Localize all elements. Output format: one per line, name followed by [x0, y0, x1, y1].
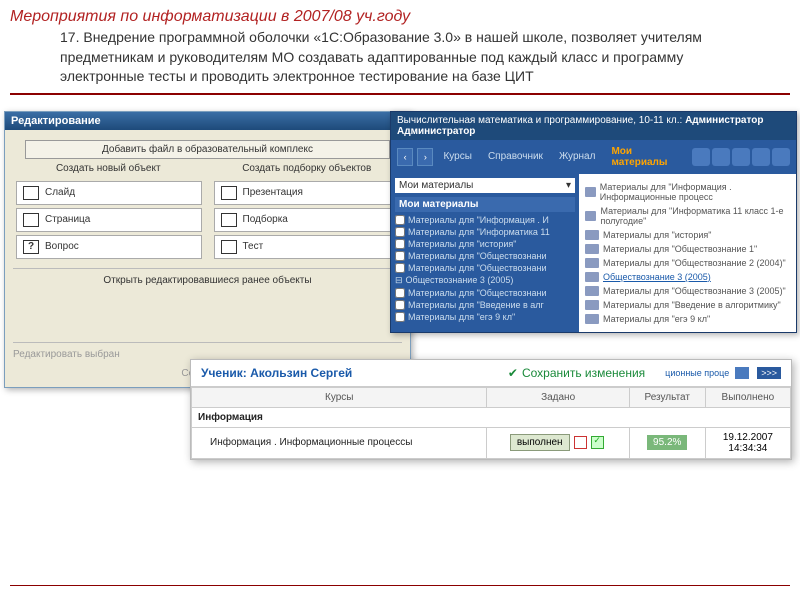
tool-icon[interactable]	[732, 148, 750, 166]
tree-item[interactable]: Материалы для "Информатика 11	[395, 226, 575, 238]
col-courses: Курсы	[192, 387, 487, 407]
section-row: Информация	[192, 407, 791, 427]
back-button[interactable]: ‹	[397, 148, 413, 166]
course-name: Информация . Информационные процессы	[192, 427, 487, 458]
chevron-down-icon: ▾	[566, 180, 571, 191]
tab-courses[interactable]: Курсы	[437, 149, 477, 164]
tree-item[interactable]: Материалы для "Введение в алг	[395, 299, 575, 311]
tree-item[interactable]: Материалы для "Обществознани	[395, 250, 575, 262]
folder-icon	[585, 286, 599, 296]
tab-ref[interactable]: Справочник	[482, 149, 549, 164]
presentation-button[interactable]: Презентация	[214, 181, 400, 205]
folder-icon	[585, 272, 599, 282]
page-label: Страница	[45, 214, 90, 225]
left-panel: Мои материалы▾ Мои материалы Материалы д…	[391, 174, 579, 332]
folder-icon	[585, 244, 599, 254]
tool-icon[interactable]	[772, 148, 790, 166]
collection-button[interactable]: Подборка	[214, 208, 400, 232]
folder-icon	[585, 258, 599, 268]
tool-icon[interactable]	[752, 148, 770, 166]
materials-window: Вычислительная математика и программиров…	[390, 111, 797, 333]
col-assigned: Задано	[487, 387, 629, 407]
tab-mine[interactable]: Мои материалы	[605, 144, 688, 170]
folder-icon	[585, 187, 596, 197]
folder-icon	[585, 314, 599, 324]
save-button[interactable]: Сохранить изменения	[508, 366, 645, 380]
divider	[10, 93, 790, 95]
test-button[interactable]: Тест	[214, 235, 400, 259]
materials-dropdown[interactable]: Мои материалы▾	[395, 178, 575, 193]
nav-bar: ‹ › Курсы Справочник Журнал Мои материал…	[391, 140, 796, 174]
add-file-button[interactable]: Добавить файл в образовательный комплекс	[25, 140, 391, 159]
col-done: Выполнено	[705, 387, 790, 407]
folder-item[interactable]: Материалы для "Обществознание 2 (2004)"	[585, 256, 790, 270]
assigned-cell: выполнен	[487, 427, 629, 458]
page-button[interactable]: Страница	[16, 208, 202, 232]
col-result: Результат	[629, 387, 705, 407]
folder-item[interactable]: Материалы для "история"	[585, 228, 790, 242]
result-cell: 95.2%	[629, 427, 705, 458]
window2-title: Вычислительная математика и программиров…	[391, 112, 796, 140]
editor-window: Редактирование Добавить файл в образоват…	[4, 111, 411, 388]
open-previous-label: Открыть редактировавшиеся ранее объекты	[13, 275, 402, 286]
tool-icon[interactable]	[712, 148, 730, 166]
trail-text: ционные проце	[665, 368, 729, 378]
unchecked-icon[interactable]	[574, 436, 587, 449]
window-title: Редактирование	[5, 112, 410, 130]
slide-label: Слайд	[45, 187, 75, 198]
panel-header: Мои материалы	[395, 197, 575, 212]
question-button[interactable]: ? Вопрос	[16, 235, 202, 259]
tree-item[interactable]: Материалы для "Информация . И	[395, 214, 575, 226]
right-panel: Материалы для "Информация . Информационн…	[579, 174, 796, 332]
slide-icon	[23, 186, 39, 200]
table-row: Информация . Информационные процессы вып…	[192, 427, 791, 458]
tree-item[interactable]: Материалы для "егэ 9 кл"	[395, 311, 575, 323]
results-table: Курсы Задано Результат Выполнено Информа…	[191, 387, 791, 459]
fwd-button[interactable]: ›	[417, 148, 433, 166]
checked-icon[interactable]	[591, 436, 604, 449]
folder-item[interactable]: Материалы для "Введение в алгоритмику"	[585, 298, 790, 312]
divider	[10, 585, 790, 586]
folder-item[interactable]: Материалы для "Обществознание 3 (2005)"	[585, 284, 790, 298]
folder-item[interactable]: Материалы для "Информация . Информационн…	[585, 180, 790, 204]
slide-title: Мероприятия по информатизации в 2007/08 …	[0, 0, 800, 26]
tree-item[interactable]: Материалы для "Обществознани	[395, 262, 575, 274]
folder-icon	[585, 211, 596, 221]
tool-icon[interactable]	[692, 148, 710, 166]
test-label: Тест	[243, 241, 264, 252]
create-new-label: Создать новый объект	[13, 163, 204, 174]
collection-label: Подборка	[243, 214, 288, 225]
folder-item[interactable]: Обществознание 3 (2005)	[585, 270, 790, 284]
arrow-button[interactable]: >>>	[757, 367, 781, 379]
folder-icon	[585, 230, 599, 240]
folder-item[interactable]: Материалы для "Информатика 11 класс 1-е …	[585, 204, 790, 228]
question-label: Вопрос	[45, 241, 79, 252]
tree-item[interactable]: Материалы для "Обществознани	[395, 287, 575, 299]
slide-body: 17. Внедрение программной оболочки «1С:О…	[0, 26, 800, 93]
save-icon[interactable]	[735, 367, 749, 379]
toolbar-icons	[692, 148, 790, 166]
page-icon	[23, 213, 39, 227]
slide-button[interactable]: Слайд	[16, 181, 202, 205]
test-icon	[221, 240, 237, 254]
create-collection-label: Создать подборку объектов	[212, 163, 403, 174]
folder-item[interactable]: Материалы для "Обществознание 1"	[585, 242, 790, 256]
tree-item[interactable]: Материалы для "история"	[395, 238, 575, 250]
collection-icon	[221, 213, 237, 227]
student-name: Ученик: Акользин Сергей	[201, 366, 352, 380]
tab-journal[interactable]: Журнал	[553, 149, 602, 164]
done-cell: 19.12.200714:34:34	[705, 427, 790, 458]
folder-item[interactable]: Материалы для "егэ 9 кл"	[585, 312, 790, 326]
results-window: Ученик: Акользин Сергей Сохранить измене…	[190, 359, 792, 460]
tree-item[interactable]: ⊟ Обществознание 3 (2005)	[395, 274, 575, 287]
presentation-label: Презентация	[243, 187, 303, 198]
question-icon: ?	[23, 240, 39, 254]
folder-icon	[585, 300, 599, 310]
presentation-icon	[221, 186, 237, 200]
